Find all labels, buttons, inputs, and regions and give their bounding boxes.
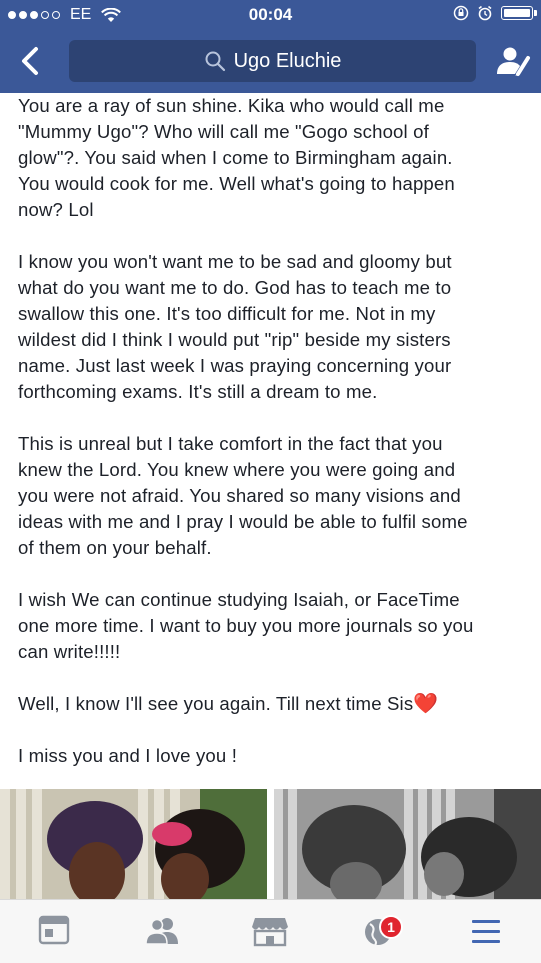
- post-paragraph-with-emoji: Well, I know I'll see you again. Till ne…: [18, 691, 528, 717]
- bottom-tab-bar: 1: [0, 899, 541, 963]
- edit-friend-icon[interactable]: [495, 44, 531, 78]
- tab-menu[interactable]: [461, 910, 511, 954]
- post-paragraph: This is unreal but I take comfort in the…: [18, 433, 468, 558]
- search-icon: [205, 51, 225, 72]
- search-query-text: Ugo Eluchie: [233, 49, 342, 72]
- menu-icon: [472, 920, 500, 943]
- status-icons: [453, 5, 537, 21]
- friends-icon: [145, 918, 178, 945]
- news-feed-icon: [38, 915, 70, 945]
- tab-notifications[interactable]: 1: [353, 910, 403, 954]
- post-paragraph-text: Well, I know I'll see you again. Till ne…: [18, 693, 414, 714]
- notification-badge: 1: [379, 915, 403, 939]
- photo-strip: [0, 789, 541, 899]
- photo-thumbnail[interactable]: [274, 789, 541, 899]
- alarm-icon: [478, 5, 492, 21]
- back-chevron-icon[interactable]: [16, 44, 48, 78]
- tab-news-feed[interactable]: [29, 910, 79, 954]
- post-paragraph: I miss you and I love you !: [18, 745, 238, 766]
- search-bar[interactable]: Ugo Eluchie: [69, 40, 476, 82]
- marketplace-icon: [252, 918, 288, 947]
- tab-friends[interactable]: [137, 910, 187, 954]
- top-bar: EE 00:04 Ugo Eluchie: [0, 0, 541, 93]
- tab-marketplace[interactable]: [245, 910, 295, 954]
- heart-emoji: ❤️: [413, 693, 439, 715]
- rotation-lock-icon: [453, 5, 469, 21]
- post-paragraph: I wish We can continue studying Isaiah, …: [18, 589, 474, 662]
- status-bar: EE 00:04: [0, 0, 541, 30]
- battery-icon: [501, 6, 537, 20]
- photo-thumbnail[interactable]: [0, 789, 267, 899]
- post-paragraph: I know you won't want me to be sad and g…: [18, 251, 452, 402]
- post-paragraph: You are a ray of sun shine. Kika who wou…: [18, 95, 455, 220]
- post-body: You are a ray of sun shine. Kika who wou…: [18, 93, 528, 769]
